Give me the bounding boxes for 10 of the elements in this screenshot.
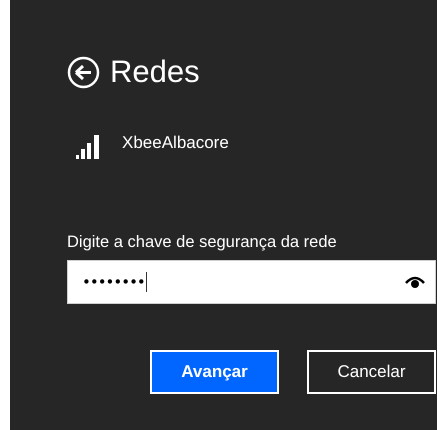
- field-label: Digite a chave de segurança da rede: [67, 233, 338, 252]
- back-icon[interactable]: [67, 56, 100, 88]
- cancel-button[interactable]: Cancelar: [307, 350, 436, 394]
- password-value: ••••••••: [82, 272, 147, 292]
- reveal-password-icon[interactable]: [405, 276, 425, 288]
- signal-icon: [76, 134, 100, 159]
- network-name: XbeeAlbacore: [122, 133, 229, 153]
- page-title: Redes: [110, 54, 200, 90]
- next-button[interactable]: Avançar: [150, 350, 279, 394]
- security-key-field[interactable]: ••••••••: [67, 260, 436, 304]
